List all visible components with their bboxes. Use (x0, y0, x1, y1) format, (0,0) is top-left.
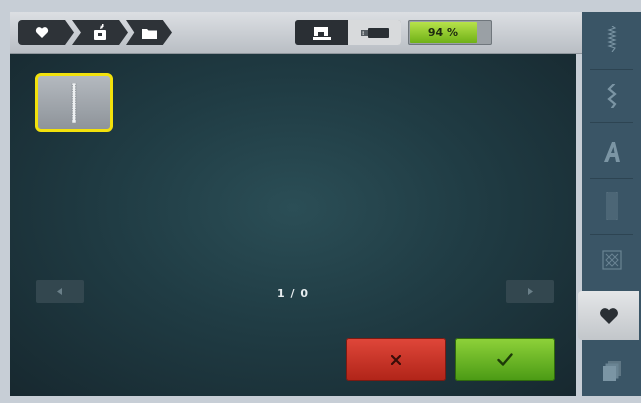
arrow-right-icon (528, 288, 533, 295)
decorative-stitches-icon (606, 83, 617, 108)
close-x-icon (391, 354, 401, 365)
folder-icon (141, 28, 157, 39)
sidebar-divider (590, 234, 633, 235)
tab-personal-memory[interactable] (578, 291, 639, 340)
memory-usage-indicator: 94 % (408, 20, 492, 45)
breadcrumb-machine-memory[interactable] (72, 20, 128, 45)
bottom-frame (10, 396, 576, 403)
quilt-stitches-icon (601, 249, 622, 270)
usb-storage-button[interactable] (348, 20, 401, 45)
tab-practical-stitches[interactable] (582, 17, 641, 60)
top-bar: 94 % (10, 12, 582, 54)
alphabets-icon (603, 141, 620, 162)
tab-quilt-stitches[interactable] (582, 238, 641, 281)
checkmark-icon (497, 353, 513, 366)
usb-stick-icon (360, 27, 389, 38)
cancel-button[interactable] (346, 338, 446, 381)
category-sidebar (578, 12, 641, 396)
straight-stitch-icon (71, 82, 77, 123)
tab-decorative-stitches[interactable] (582, 74, 641, 117)
breadcrumb-folder[interactable] (126, 20, 172, 45)
machine-memory-icon (94, 24, 106, 40)
page-counter: 1 / 0 (277, 287, 309, 300)
tab-history[interactable] (582, 349, 641, 392)
stitch-tile[interactable] (35, 73, 113, 132)
sidebar-divider (590, 122, 633, 123)
sidebar-divider (590, 69, 633, 70)
memory-usage-label: 94 % (427, 26, 459, 39)
confirm-button[interactable] (455, 338, 555, 381)
scroll-next-button[interactable] (506, 280, 554, 303)
buttonholes-icon (606, 191, 617, 220)
heart-icon (35, 27, 49, 38)
history-icon (602, 360, 621, 381)
sewing-machine-icon (312, 26, 331, 40)
heart-icon (599, 307, 618, 324)
sidebar-divider (590, 178, 633, 179)
machine-storage-button[interactable] (295, 20, 348, 45)
breadcrumb-favorites[interactable] (18, 20, 74, 45)
tab-alphabets[interactable] (582, 130, 641, 173)
storage-mode-toggle[interactable] (295, 20, 401, 45)
arrow-left-icon (57, 288, 62, 295)
scroll-previous-button[interactable] (36, 280, 84, 303)
stitch-selection-panel: 1 / 0 (10, 54, 576, 396)
tab-buttonholes[interactable] (582, 184, 641, 227)
practical-stitches-icon (606, 25, 617, 52)
